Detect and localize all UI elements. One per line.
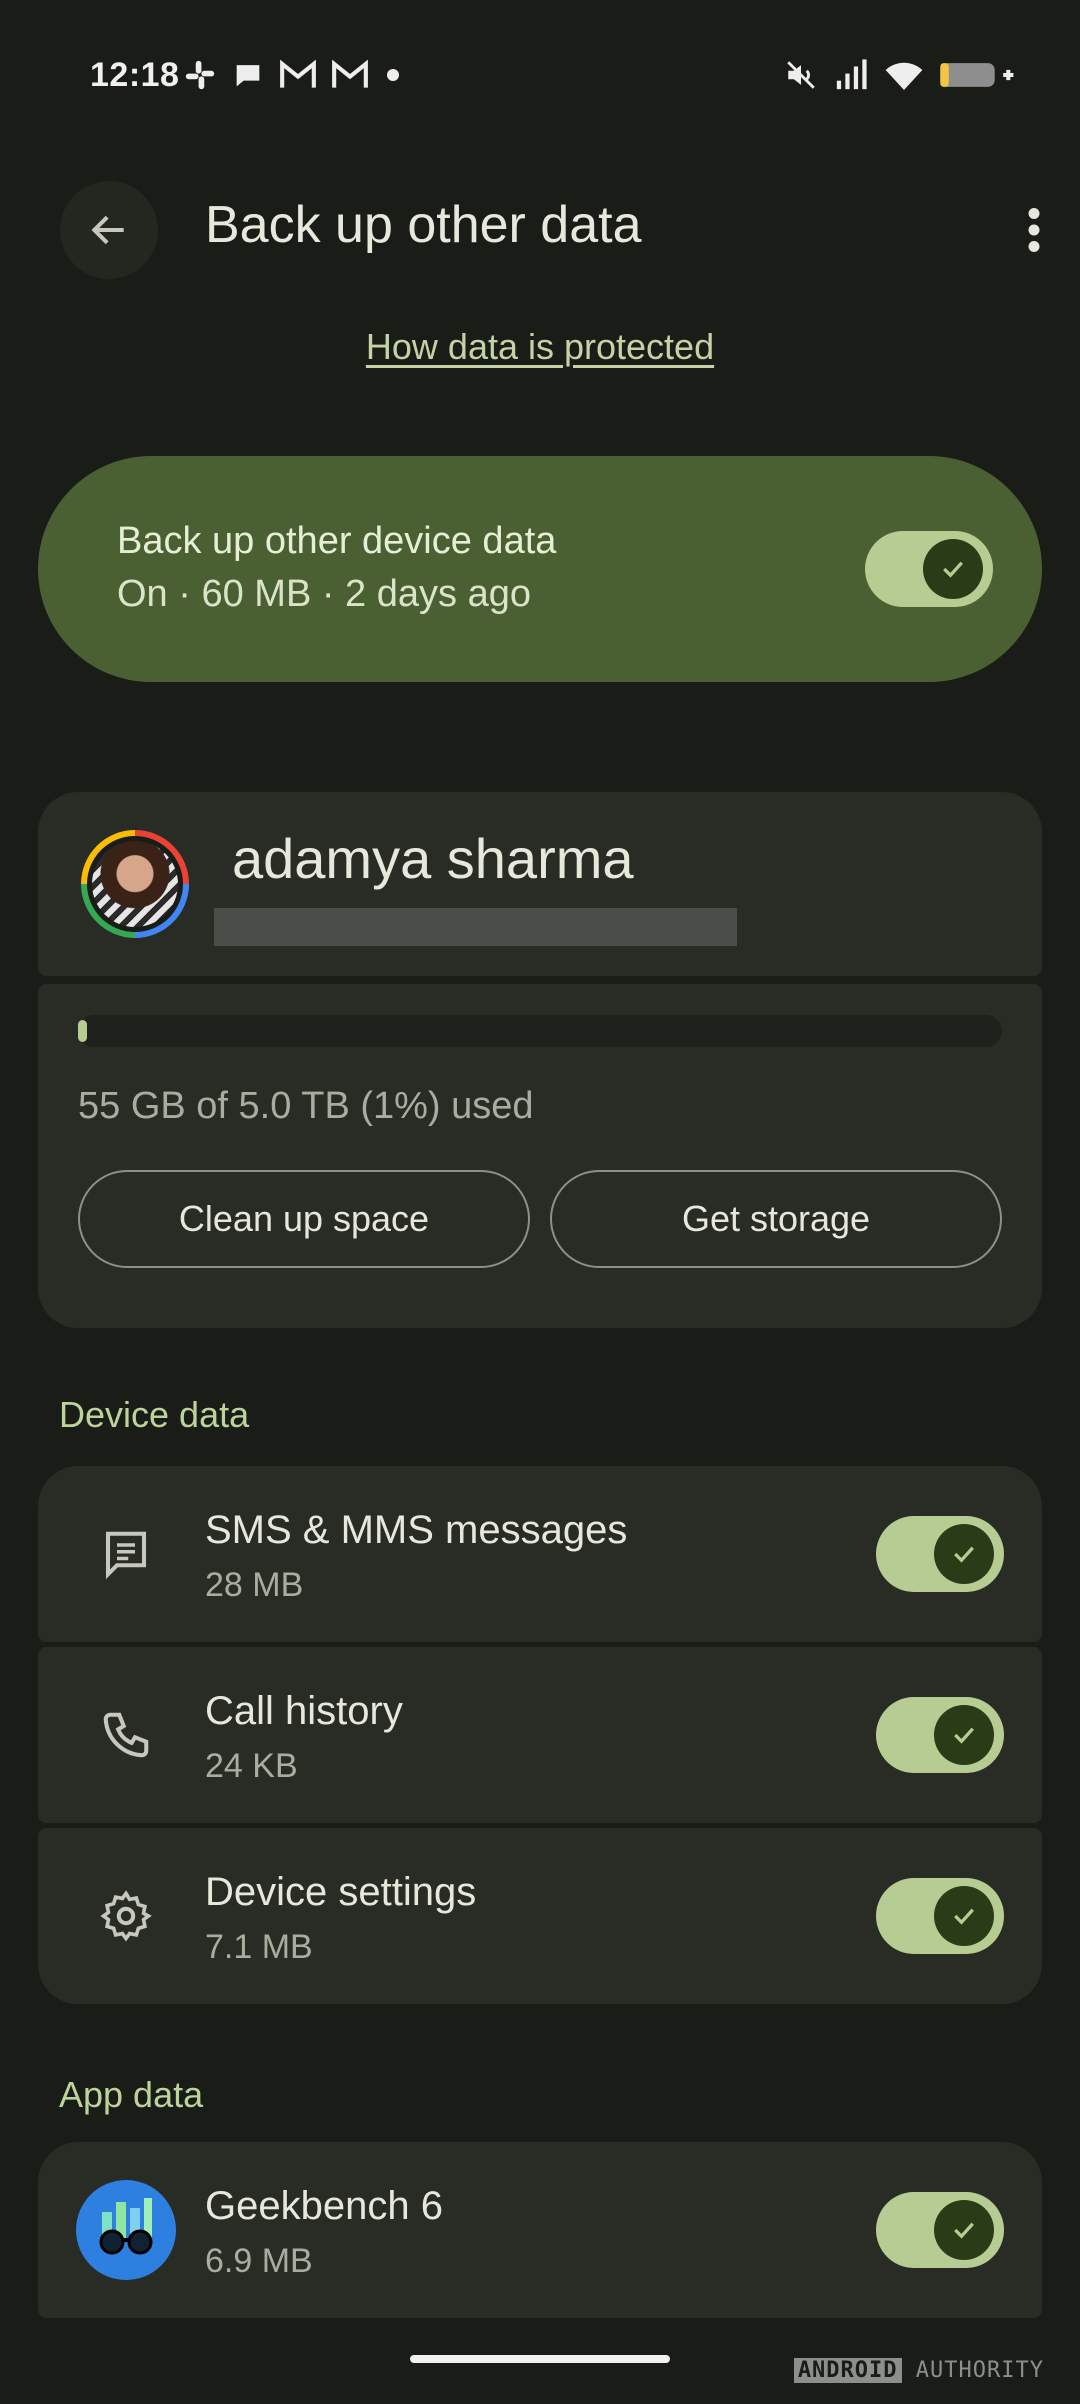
sms-toggle[interactable] <box>876 1516 1004 1592</box>
watermark: ANDROID AUTHORITY <box>793 2358 1044 2383</box>
signal-icon <box>836 59 867 90</box>
notification-icons <box>183 58 403 92</box>
clean-up-space-button[interactable]: Clean up space <box>78 1170 530 1268</box>
mute-icon <box>787 61 815 89</box>
geekbench-icon <box>76 2180 176 2280</box>
slack-icon <box>185 60 215 90</box>
how-data-protected-link[interactable]: How data is protected <box>0 326 1080 368</box>
backup-toggle[interactable] <box>865 531 993 607</box>
backup-status: On · 60 MB · 2 days ago <box>117 573 531 615</box>
item-size: 6.9 MB <box>205 2242 313 2280</box>
more-vertical-icon <box>1028 208 1040 252</box>
gesture-home-bar[interactable] <box>410 2355 670 2363</box>
system-icons <box>784 58 1014 92</box>
dot-icon <box>387 69 399 81</box>
app-data-label: App data <box>59 2074 204 2115</box>
get-storage-button[interactable]: Get storage <box>550 1170 1002 1268</box>
check-icon <box>954 1727 974 1744</box>
item-size: 24 KB <box>205 1747 298 1785</box>
list-item-sms[interactable]: SMS & MMS messages 28 MB <box>38 1466 1042 1642</box>
gmail-icon <box>280 59 316 88</box>
item-size: 28 MB <box>205 1566 304 1604</box>
gmail-icon <box>332 59 368 88</box>
message-icon <box>96 1524 156 1584</box>
item-title: Call history <box>205 1689 403 1733</box>
item-title: Device settings <box>205 1870 477 1914</box>
list-item-device-settings[interactable]: Device settings 7.1 MB <box>38 1828 1042 2004</box>
more-options-button[interactable] <box>1014 200 1054 260</box>
arrow-left-icon <box>91 215 124 245</box>
check-icon <box>943 561 963 578</box>
wifi-icon <box>885 62 923 90</box>
storage-progress-track <box>78 1015 1002 1047</box>
list-item-geekbench[interactable]: Geekbench 6 6.9 MB <box>38 2142 1042 2318</box>
list-item-call-history[interactable]: Call history 24 KB <box>38 1647 1042 1823</box>
redacted-email <box>214 908 737 946</box>
gear-icon <box>96 1886 156 1946</box>
storage-progress-fill <box>78 1020 88 1042</box>
account-name: adamya sharma <box>232 827 634 890</box>
item-title: SMS & MMS messages <box>205 1508 628 1552</box>
geekbench-toggle[interactable] <box>876 2192 1004 2268</box>
storage-summary: 55 GB of 5.0 TB (1%) used <box>78 1085 534 1127</box>
check-icon <box>954 1908 974 1925</box>
chat-bubble-icon <box>236 65 260 87</box>
page-title: Back up other data <box>205 196 642 254</box>
avatar[interactable] <box>81 830 189 938</box>
device-settings-toggle[interactable] <box>876 1878 1004 1954</box>
item-title: Geekbench 6 <box>205 2184 443 2228</box>
toggle-knob <box>923 539 983 599</box>
check-icon <box>954 2222 974 2239</box>
back-button[interactable] <box>60 181 158 279</box>
check-icon <box>954 1546 974 1563</box>
item-size: 7.1 MB <box>205 1928 313 1966</box>
call-history-toggle[interactable] <box>876 1697 1004 1773</box>
device-data-label: Device data <box>59 1394 250 1435</box>
phone-icon <box>96 1705 156 1765</box>
status-time: 12:18 <box>90 56 180 94</box>
backup-title: Back up other device data <box>117 520 557 562</box>
battery-charging-icon <box>940 63 1014 87</box>
